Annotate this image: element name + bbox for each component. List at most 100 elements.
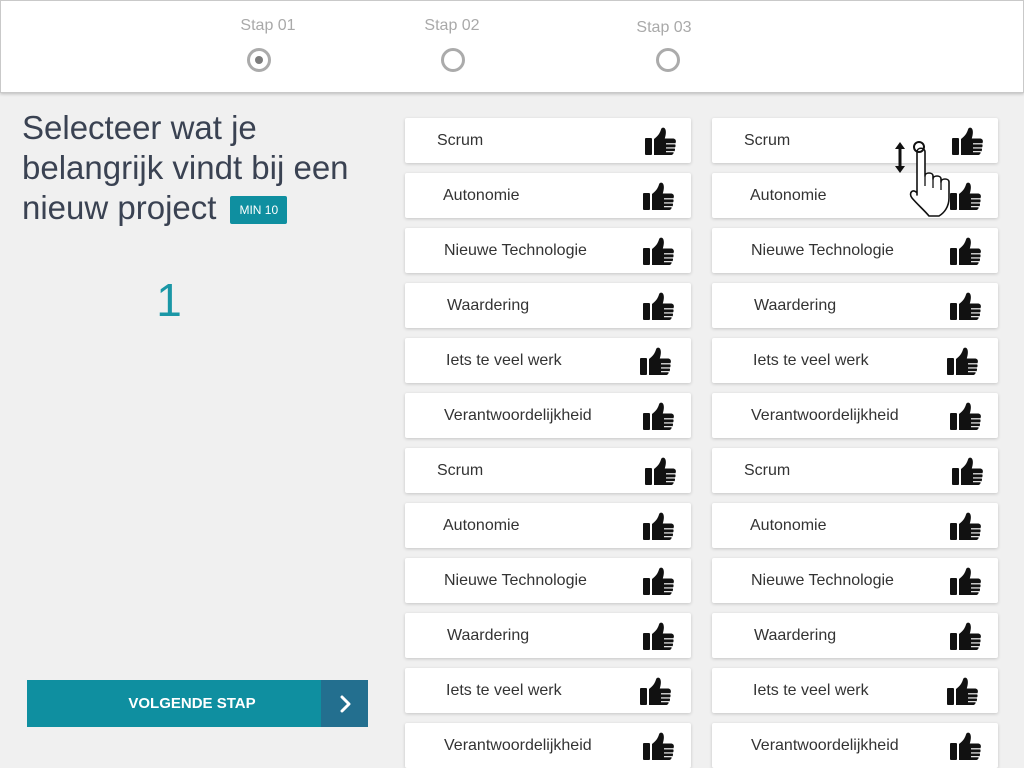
thumbs-up-icon <box>643 291 675 321</box>
like-button[interactable] <box>643 731 675 761</box>
like-button[interactable] <box>643 181 675 211</box>
thumbs-up-icon <box>950 236 982 266</box>
option-card[interactable]: Waardering <box>405 283 691 328</box>
thumbs-up-icon <box>952 126 984 156</box>
like-button[interactable] <box>645 126 677 156</box>
option-card[interactable]: Autonomie <box>405 503 691 548</box>
option-label: Iets te veel werk <box>446 681 562 699</box>
like-button[interactable] <box>643 621 675 651</box>
option-card[interactable]: Verantwoordelijkheid <box>712 393 998 438</box>
step-radio-icon[interactable] <box>247 48 271 72</box>
option-label: Verantwoordelijkheid <box>444 736 592 754</box>
option-label: Iets te veel werk <box>753 351 869 369</box>
like-button[interactable] <box>952 126 984 156</box>
step-radio-icon[interactable] <box>656 48 680 72</box>
option-card[interactable]: Scrum <box>712 448 998 493</box>
option-card[interactable]: Autonomie <box>405 173 691 218</box>
radio-dot-icon <box>255 56 263 64</box>
like-button[interactable] <box>643 291 675 321</box>
option-label: Scrum <box>437 131 484 149</box>
option-card[interactable]: Waardering <box>405 613 691 658</box>
option-label: Scrum <box>744 461 791 479</box>
step-label: Stap 01 <box>240 17 296 34</box>
like-button[interactable] <box>643 236 675 266</box>
step-2[interactable]: Stap 02 <box>412 16 492 76</box>
option-card[interactable]: Verantwoordelijkheid <box>405 723 691 768</box>
stepper-header: Stap 01 Stap 02 Stap 03 <box>0 0 1024 93</box>
next-step-button[interactable]: VOLGENDE STAP <box>27 680 368 727</box>
page-title: Selecteer wat je belangrijk vindt bij ee… <box>22 108 372 228</box>
option-label: Iets te veel werk <box>446 351 562 369</box>
thumbs-up-icon <box>643 621 675 651</box>
like-button[interactable] <box>645 456 677 486</box>
page-title-text: Selecteer wat je belangrijk vindt bij ee… <box>22 109 349 226</box>
option-label: Iets te veel werk <box>753 681 869 699</box>
option-card[interactable]: Nieuwe Technologie <box>712 228 998 273</box>
like-button[interactable] <box>952 456 984 486</box>
like-button[interactable] <box>950 181 982 211</box>
option-label: Verantwoordelijkheid <box>751 406 899 424</box>
like-button[interactable] <box>950 291 982 321</box>
option-label: Waardering <box>447 296 530 314</box>
thumbs-up-icon <box>640 676 672 706</box>
option-card[interactable]: Waardering <box>712 613 998 658</box>
option-label: Nieuwe Technologie <box>751 571 894 589</box>
option-card[interactable]: Nieuwe Technologie <box>405 558 691 603</box>
option-card[interactable]: Verantwoordelijkheid <box>712 723 998 768</box>
option-label: Verantwoordelijkheid <box>751 736 899 754</box>
option-card[interactable]: Nieuwe Technologie <box>405 228 691 273</box>
selection-counter: 1 <box>156 274 182 326</box>
option-card[interactable]: Nieuwe Technologie <box>712 558 998 603</box>
like-button[interactable] <box>947 346 979 376</box>
option-card[interactable]: Autonomie <box>712 173 998 218</box>
like-button[interactable] <box>643 566 675 596</box>
step-1[interactable]: Stap 01 <box>228 16 308 76</box>
chevron-right-icon <box>321 680 368 727</box>
option-label: Autonomie <box>750 186 827 204</box>
option-card[interactable]: Iets te veel werk <box>405 338 691 383</box>
option-card[interactable]: Scrum <box>405 448 691 493</box>
like-button[interactable] <box>643 401 675 431</box>
like-button[interactable] <box>950 566 982 596</box>
thumbs-up-icon <box>643 181 675 211</box>
option-card[interactable]: Iets te veel werk <box>712 668 998 713</box>
option-label: Autonomie <box>750 516 827 534</box>
option-label: Autonomie <box>443 186 520 204</box>
thumbs-up-icon <box>950 401 982 431</box>
option-label: Scrum <box>437 461 484 479</box>
step-label: Stap 03 <box>636 19 692 36</box>
option-label: Autonomie <box>443 516 520 534</box>
like-button[interactable] <box>640 676 672 706</box>
options-column-right: Scrum Autonomie Nieuwe Technologie Waard… <box>712 118 998 768</box>
like-button[interactable] <box>950 511 982 541</box>
option-label: Nieuwe Technologie <box>751 241 894 259</box>
option-card[interactable]: Iets te veel werk <box>405 668 691 713</box>
thumbs-up-icon <box>643 511 675 541</box>
like-button[interactable] <box>950 621 982 651</box>
like-button[interactable] <box>947 676 979 706</box>
minimum-badge: MIN 10 <box>230 196 288 225</box>
option-label: Verantwoordelijkheid <box>444 406 592 424</box>
like-button[interactable] <box>950 236 982 266</box>
like-button[interactable] <box>950 401 982 431</box>
step-radio-icon[interactable] <box>441 48 465 72</box>
option-card[interactable]: Verantwoordelijkheid <box>405 393 691 438</box>
option-card[interactable]: Autonomie <box>712 503 998 548</box>
like-button[interactable] <box>950 731 982 761</box>
like-button[interactable] <box>643 511 675 541</box>
thumbs-up-icon <box>643 731 675 761</box>
thumbs-up-icon <box>947 346 979 376</box>
option-card[interactable]: Iets te veel werk <box>712 338 998 383</box>
like-button[interactable] <box>640 346 672 376</box>
thumbs-up-icon <box>950 291 982 321</box>
thumbs-up-icon <box>643 236 675 266</box>
option-card[interactable]: Scrum <box>712 118 998 163</box>
step-3[interactable]: Stap 03 <box>624 18 704 78</box>
thumbs-up-icon <box>643 401 675 431</box>
option-card[interactable]: Scrum <box>405 118 691 163</box>
option-card[interactable]: Waardering <box>712 283 998 328</box>
option-label: Scrum <box>744 131 791 149</box>
thumbs-up-icon <box>950 621 982 651</box>
option-label: Nieuwe Technologie <box>444 241 587 259</box>
thumbs-up-icon <box>950 731 982 761</box>
